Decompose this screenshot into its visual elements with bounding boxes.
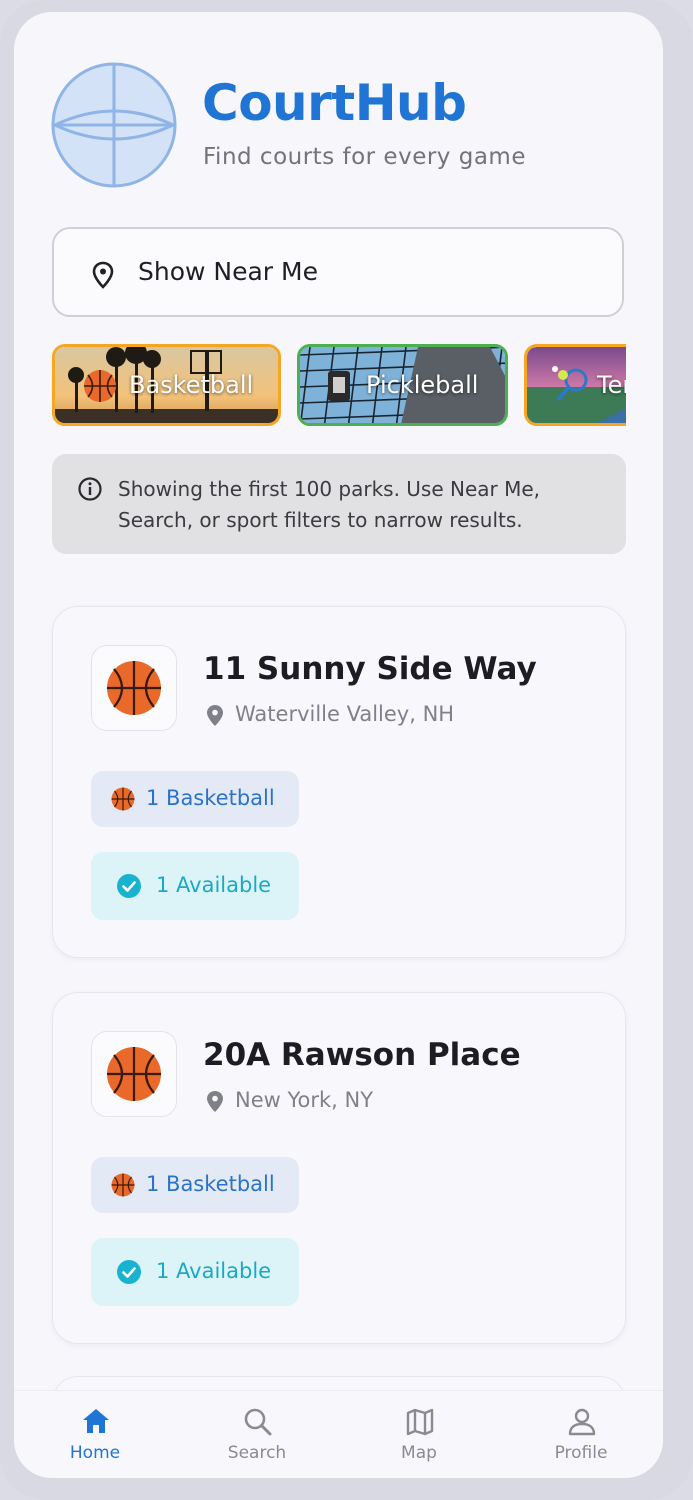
park-name: 11 Sunny Side Way (203, 651, 537, 687)
basketball-icon (107, 1047, 161, 1101)
sport-count-label: 1 Basketball (146, 786, 275, 810)
location-pin-icon (207, 705, 223, 726)
basketball-icon (111, 787, 135, 811)
location-pin-icon (207, 1091, 223, 1112)
profile-icon (568, 1408, 596, 1436)
sport-chip-label: Pickleball (366, 371, 479, 399)
home-icon (83, 1409, 109, 1433)
sport-count-label: 1 Basketball (146, 1172, 275, 1196)
nav-search[interactable]: Search (176, 1391, 338, 1478)
sport-chip-basketball[interactable]: Basketball (52, 344, 281, 426)
availability-label: 1 Available (156, 873, 272, 897)
app-title: CourtHub (202, 74, 467, 132)
availability-badge: 1 Available (91, 1238, 299, 1306)
basketball-icon (111, 1173, 135, 1197)
info-icon (78, 477, 102, 501)
device-frame: CourtHub Find courts for every game Show… (0, 0, 693, 1500)
basketball-icon (84, 370, 116, 402)
nav-home[interactable]: Home (14, 1391, 176, 1478)
sport-chip-pickleball[interactable]: Pickleball (297, 344, 508, 426)
info-banner: Showing the first 100 parks. Use Near Me… (52, 454, 626, 554)
app-screen: CourtHub Find courts for every game Show… (14, 12, 663, 1478)
sport-chip-label: Basketball (129, 371, 254, 399)
show-near-me-label: Show Near Me (138, 257, 318, 286)
tennis-racket-icon (556, 368, 588, 402)
availability-label: 1 Available (156, 1259, 272, 1283)
nav-map-label: Map (401, 1443, 437, 1463)
nav-search-label: Search (227, 1443, 287, 1463)
park-name: 20A Rawson Place (203, 1037, 521, 1073)
park-card[interactable]: 11 Sunny Side Way Waterville Valley, NH … (52, 606, 626, 958)
check-circle-icon (117, 874, 141, 898)
basketball-icon (107, 661, 161, 715)
check-circle-icon (117, 1260, 141, 1284)
sport-count-badge: 1 Basketball (91, 771, 299, 827)
map-icon (406, 1408, 434, 1436)
park-location: New York, NY (235, 1088, 374, 1112)
bottom-nav: Home Search Map Profile (14, 1390, 663, 1478)
sport-count-badge: 1 Basketball (91, 1157, 299, 1213)
availability-badge: 1 Available (91, 852, 299, 920)
sport-filter-row[interactable]: Basketball Pickleball Te (52, 344, 626, 430)
nav-home-label: Home (69, 1443, 121, 1463)
sport-chip-tennis[interactable]: Tennis (524, 344, 626, 426)
park-card[interactable]: 20A Rawson Place New York, NY 1 Basketba… (52, 992, 626, 1344)
app-logo (51, 62, 177, 188)
park-sport-icon-box (91, 1031, 177, 1117)
info-banner-text: Showing the first 100 parks. Use Near Me… (118, 477, 541, 532)
park-location: Waterville Valley, NH (235, 702, 455, 726)
nav-profile-label: Profile (554, 1443, 608, 1463)
location-pin-icon (92, 261, 114, 289)
app-subtitle: Find courts for every game (203, 144, 526, 170)
show-near-me-button[interactable]: Show Near Me (52, 227, 624, 317)
nav-profile[interactable]: Profile (500, 1391, 662, 1478)
sport-chip-label: Tennis (597, 371, 626, 399)
search-icon (244, 1408, 272, 1436)
nav-map[interactable]: Map (338, 1391, 500, 1478)
park-sport-icon-box (91, 645, 177, 731)
